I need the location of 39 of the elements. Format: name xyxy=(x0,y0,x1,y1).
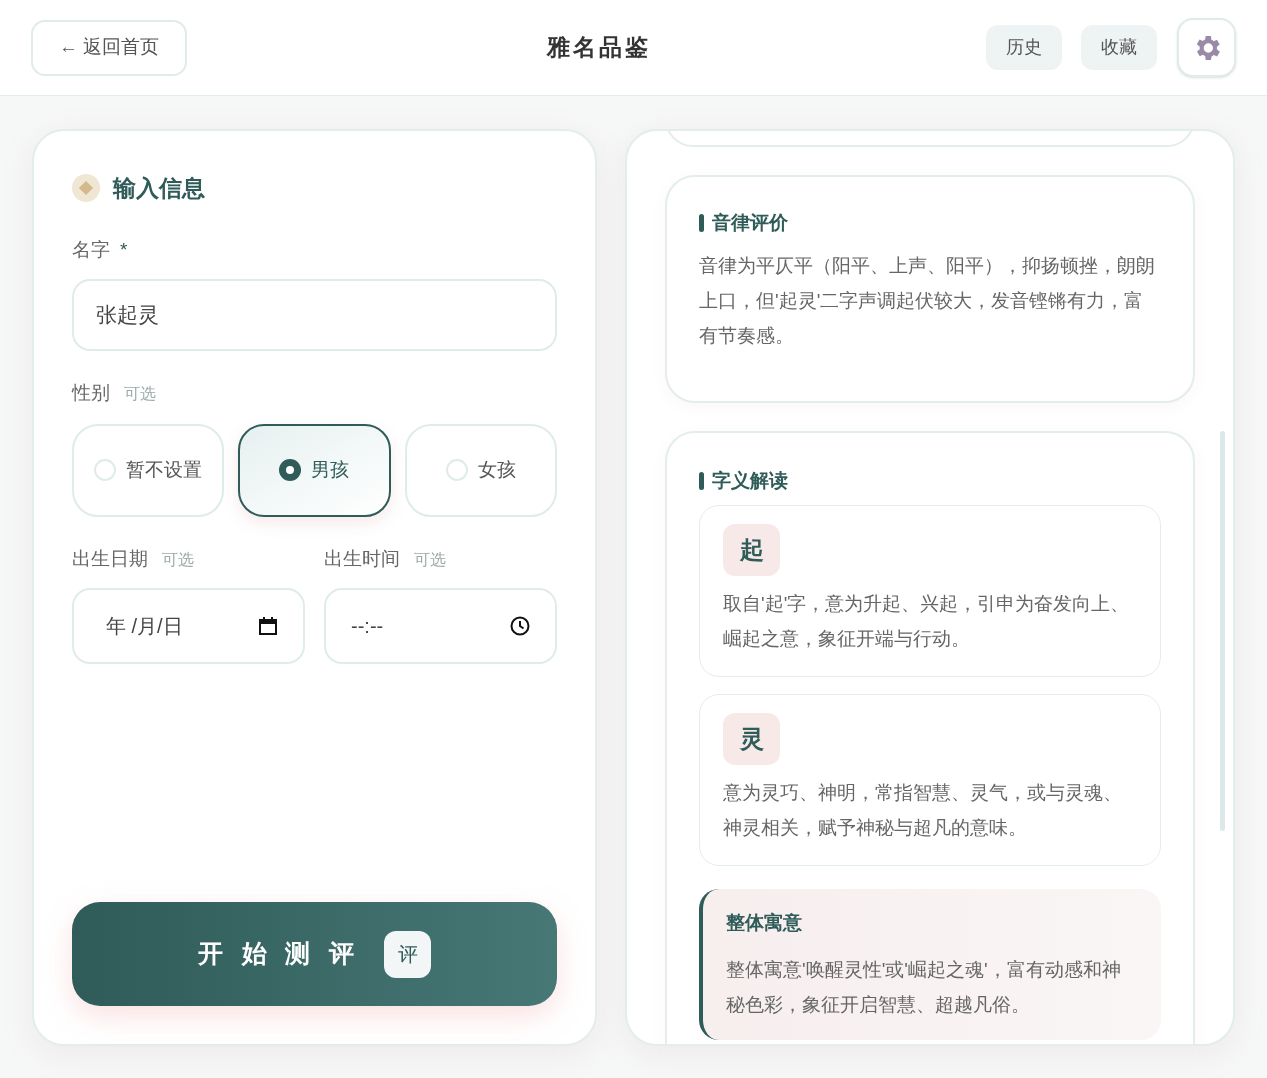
gender-option[interactable]: 暂不设置 xyxy=(72,423,225,517)
character-tile: 起 xyxy=(723,524,780,576)
required-mark: * xyxy=(120,237,128,262)
name-field[interactable]: 张起灵 xyxy=(72,279,557,351)
calendar-icon xyxy=(258,616,278,636)
section-title: 输入信息 xyxy=(113,174,205,203)
back-button[interactable]: ← 返回首页 xyxy=(31,19,188,76)
radio-icon xyxy=(279,459,302,481)
section-text: 音律为平仄平（阳平、上声、阳平），抑扬顿挫，朗朗上口，但'起灵'二字声调起伏较大，发音铿锵有力，富有节奏感。 xyxy=(699,253,1156,348)
badge: 评 xyxy=(384,930,432,978)
gender-option[interactable]: 女孩 xyxy=(404,423,557,517)
gender-option[interactable]: 男孩 xyxy=(238,423,391,517)
header-button[interactable]: 历史 xyxy=(986,25,1062,70)
character-meaning: 意为灵巧、神明，常指智慧、灵气，或与灵魂、神灵相关，赋予神秘与超凡的意味。 xyxy=(723,781,1123,840)
accent-bar xyxy=(699,214,704,233)
date-field[interactable]: 年 /月/日 xyxy=(72,588,305,664)
time-field[interactable]: --:-- xyxy=(324,588,557,664)
optional-hint: 可选 xyxy=(124,384,156,404)
summary-text: 整体寓意'唤醒灵性'或'崛起之魂'，富有动感和神秘色彩，象征开启智慧、超越凡俗。 xyxy=(726,957,1122,1017)
field-label: 性别 xyxy=(72,381,110,405)
start-button[interactable]: 开 始 测 评 评 xyxy=(72,902,557,1006)
section-heading: 音律评价 xyxy=(712,211,788,235)
radio-icon xyxy=(94,459,117,481)
optional-hint: 可选 xyxy=(162,549,194,570)
settings-button[interactable] xyxy=(1177,18,1236,77)
page-title: 雅名品鉴 xyxy=(545,33,652,63)
field-label: 出生时间 xyxy=(324,546,400,571)
header-button[interactable]: 收藏 xyxy=(1081,25,1157,70)
summary-title: 整体寓意 xyxy=(726,911,803,935)
field-label: 出生日期 xyxy=(72,546,148,571)
optional-hint: 可选 xyxy=(414,549,446,570)
section-heading: 字义解读 xyxy=(712,468,788,493)
character-tile: 灵 xyxy=(723,713,780,765)
clock-icon xyxy=(510,616,530,636)
radio-icon xyxy=(445,459,468,481)
scrollbar-thumb[interactable] xyxy=(1220,431,1225,831)
accent-bar xyxy=(699,471,704,490)
character-meaning: 取自'起'字，意为升起、兴起，引申为奋发向上、崛起之意，象征开端与行动。 xyxy=(723,592,1131,651)
field-label: 名字 xyxy=(72,237,110,262)
